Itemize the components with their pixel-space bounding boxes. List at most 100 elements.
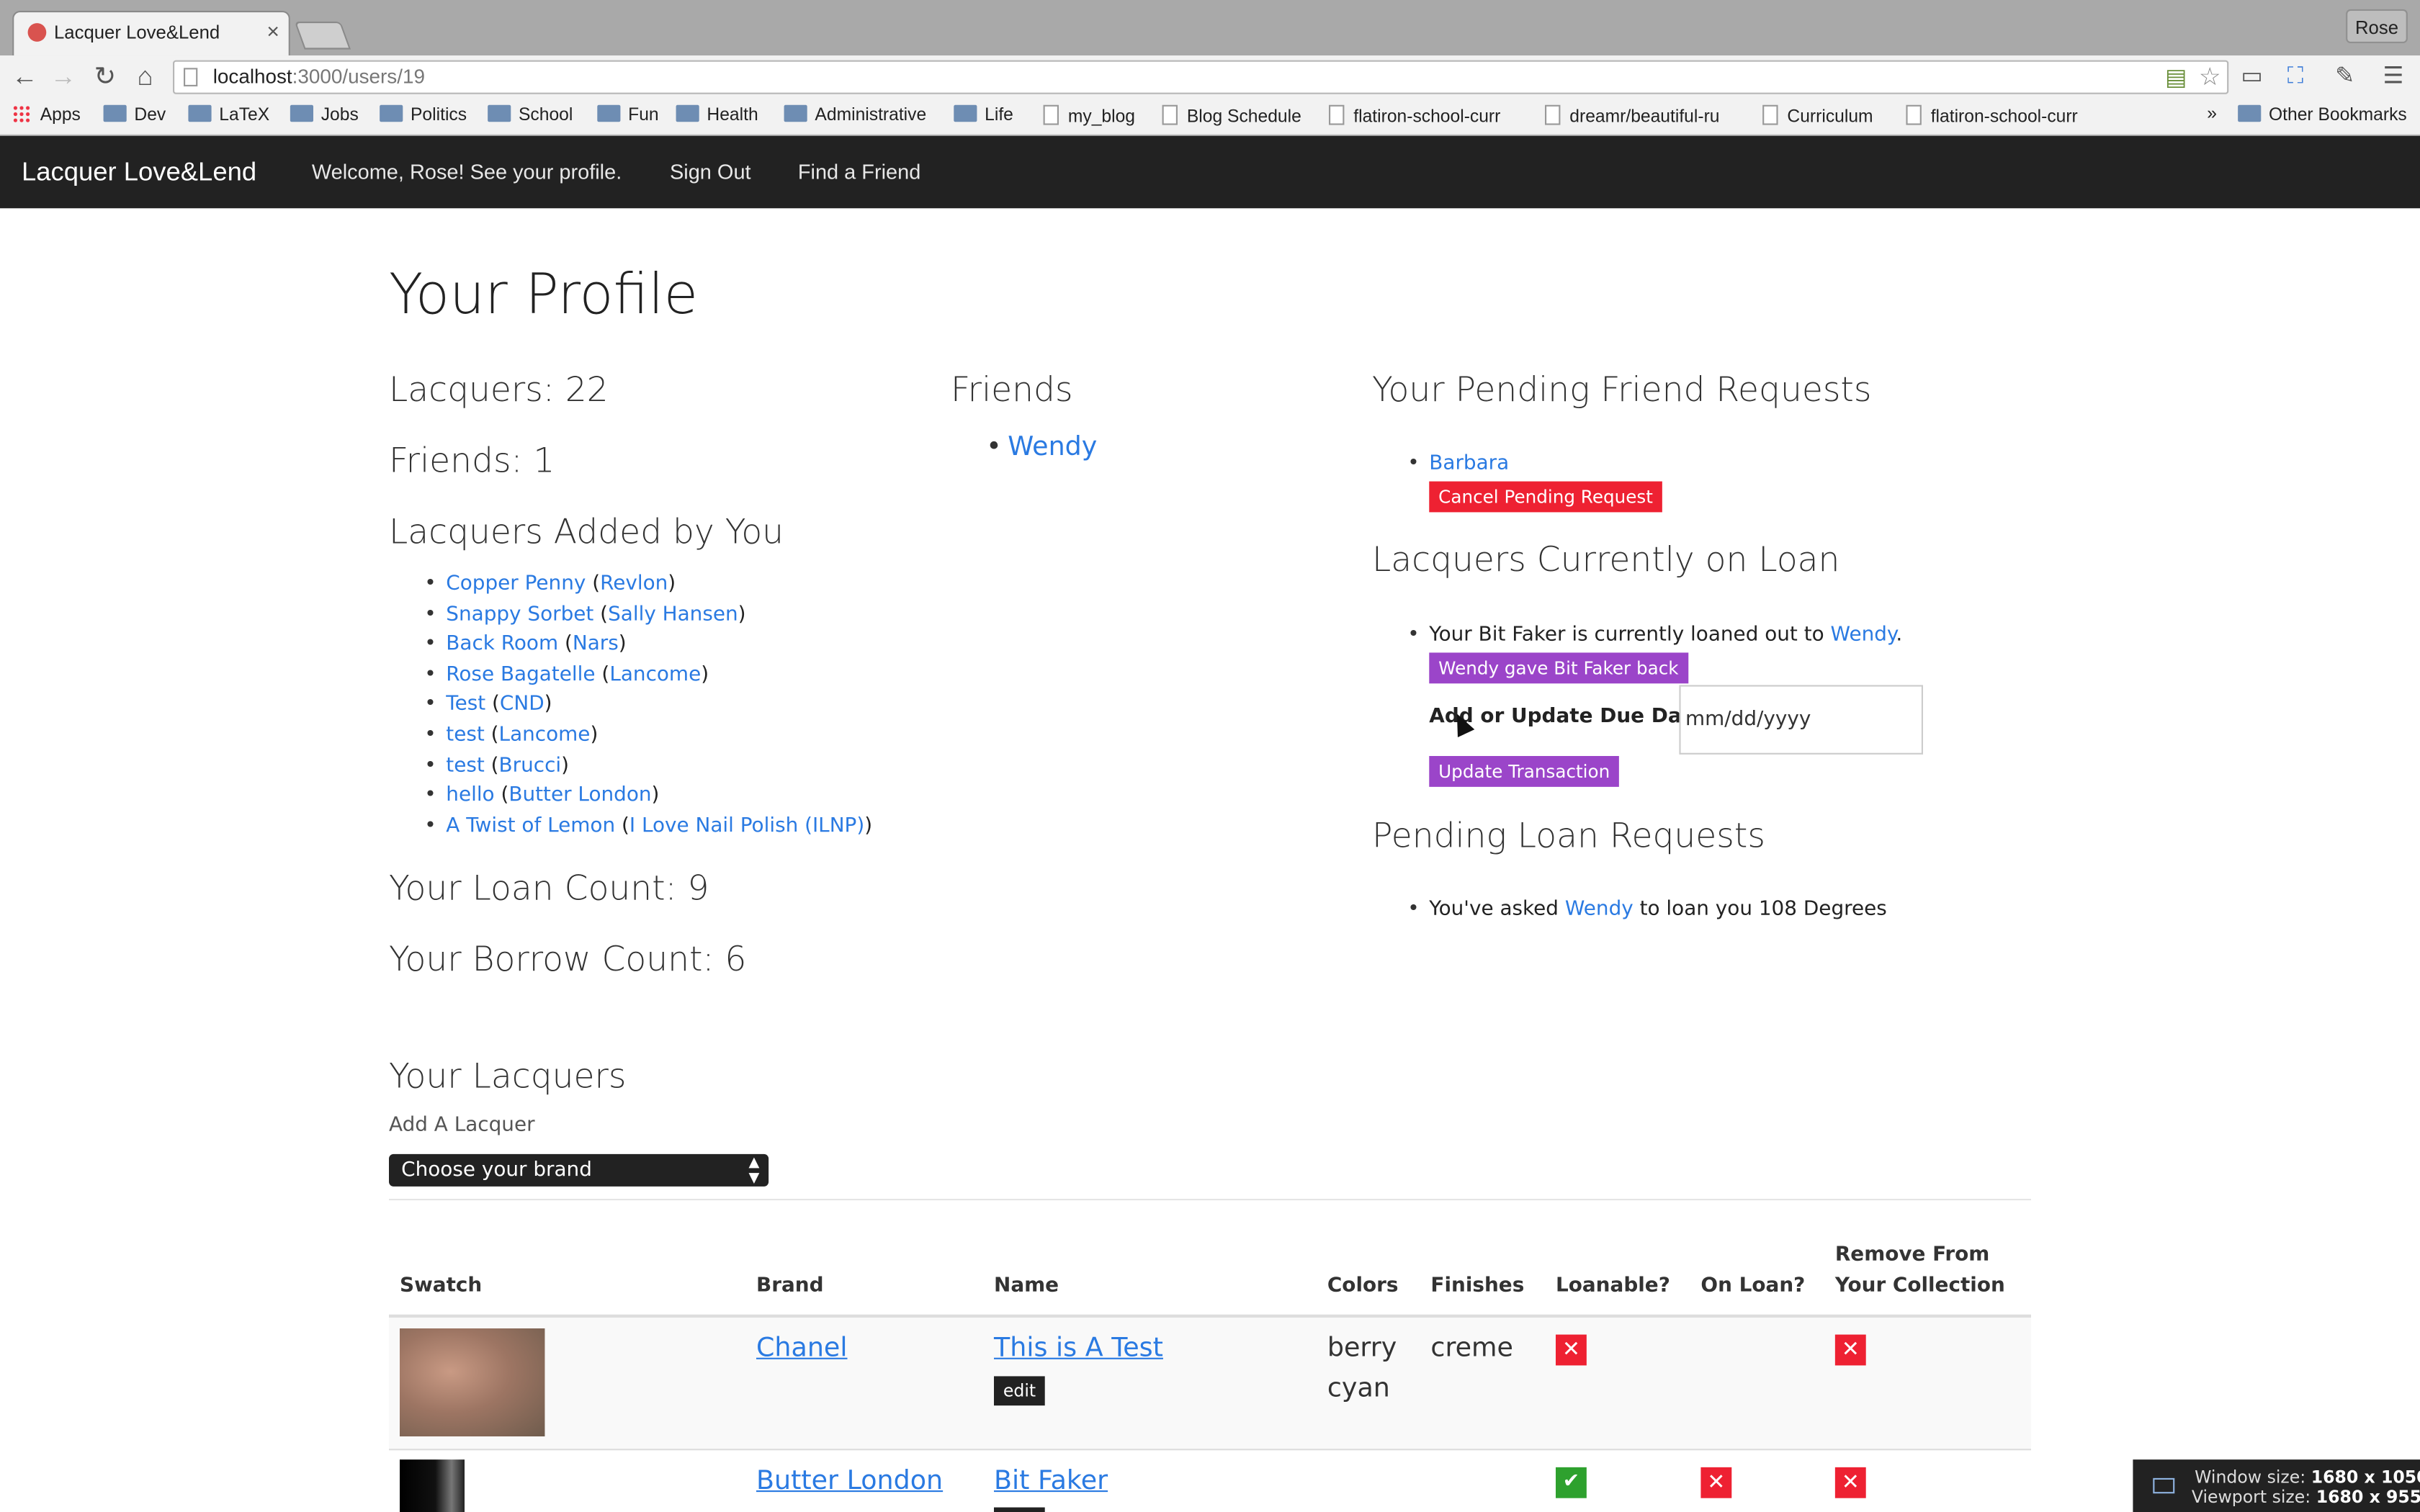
friends-list: Wendy — [986, 431, 1097, 464]
bookmark-flatiron-school-curr[interactable]: flatiron-school-curr — [1906, 104, 2078, 127]
list-item: test (Brucci) — [424, 751, 872, 781]
bookmark-latex[interactable]: LaTeX — [188, 104, 269, 125]
update-transaction-button[interactable]: Update Transaction — [1429, 756, 1620, 787]
bookmark-blog-schedule[interactable]: Blog Schedule — [1162, 104, 1301, 127]
profile-welcome-link[interactable]: Welcome, Rose! See your profile. — [312, 161, 622, 184]
window-resizer-icon[interactable]: ⛶ — [2287, 62, 2304, 93]
brand-link[interactable]: Sally Hansen — [608, 603, 738, 626]
brand-link[interactable]: Lancome — [499, 724, 591, 747]
browser-tab-strip: Lacquer Love&Lend × Rose — [0, 0, 2420, 56]
bookmark-dev[interactable]: Dev — [103, 104, 166, 125]
colors-cell: berry cyan — [1327, 1333, 1397, 1404]
folder-icon — [290, 104, 313, 122]
lacquer-link[interactable]: Back Room — [446, 633, 558, 656]
brand-link[interactable]: Nars — [573, 633, 619, 656]
remove-button[interactable]: ✕ — [1834, 1334, 1866, 1366]
loan-requests-heading: Pending Loan Requests — [1372, 817, 1765, 857]
bookmark-fun[interactable]: Fun — [597, 104, 659, 125]
not-loanable-icon[interactable]: ✕ — [1556, 1334, 1587, 1366]
your-lacquers-heading: Your Lacquers — [389, 1058, 627, 1097]
brand-link[interactable]: Lacquer Love&Lend — [22, 158, 256, 189]
brand-link[interactable]: Butter London — [756, 1466, 943, 1497]
finishes-cell: creme — [1430, 1333, 1513, 1364]
brand-link[interactable]: Chanel — [756, 1333, 847, 1364]
borrower-link[interactable]: Wendy — [1831, 624, 1896, 647]
brand-link[interactable]: CND — [500, 693, 544, 716]
folder-icon — [188, 104, 212, 122]
page-icon — [1762, 104, 1778, 125]
menu-icon[interactable]: ☰ — [2383, 62, 2404, 93]
close-tab-icon[interactable]: × — [266, 19, 279, 43]
pending-requests-heading: Your Pending Friend Requests — [1372, 372, 1872, 410]
new-tab-button[interactable] — [294, 22, 351, 50]
lacquer-link[interactable]: hello — [446, 784, 494, 807]
eyedropper-icon[interactable]: ✎ — [2335, 62, 2354, 93]
name-cell: Bit Faker — [994, 1461, 1108, 1501]
bookmark-flatiron-school-curr[interactable]: flatiron-school-curr — [1329, 104, 1500, 127]
home-icon[interactable]: ⌂ — [130, 62, 161, 93]
column-header-swatch: Swatch — [400, 1274, 483, 1298]
lender-link[interactable]: Wendy — [1565, 898, 1634, 921]
lacquer-link[interactable]: Snappy Sorbet — [446, 603, 593, 626]
reload-icon[interactable]: ↻ — [89, 62, 120, 93]
list-item: A Twist of Lemon (I Love Nail Polish (IL… — [424, 811, 872, 842]
folder-icon — [784, 104, 807, 122]
cast-icon[interactable]: ▭ — [2241, 62, 2262, 93]
bookmark-school[interactable]: School — [488, 104, 573, 125]
bookmark-my-blog[interactable]: my_blog — [1043, 104, 1135, 127]
lacquer-link[interactable]: A Twist of Lemon — [446, 814, 615, 837]
bookmarks-overflow-icon[interactable]: » — [2207, 105, 2217, 124]
back-icon[interactable]: ← — [9, 62, 40, 93]
window-size-text: Window size: 1680 x 1050 — [2195, 1467, 2420, 1488]
bookmark-jobs[interactable]: Jobs — [290, 104, 359, 125]
swatch-image — [400, 1328, 545, 1436]
lacquer-name-link[interactable]: This is A Test — [994, 1333, 1163, 1364]
lacquer-link[interactable]: Copper Penny — [446, 572, 586, 595]
brand-link[interactable]: Revlon — [600, 572, 668, 595]
brand-link[interactable]: I Love Nail Polish (ILNP) — [629, 814, 864, 837]
due-date-input[interactable]: mm/dd/yyyy — [1679, 685, 1923, 755]
brand-link[interactable]: Lancome — [609, 663, 701, 686]
bookmark-other-bookmarks[interactable]: Other Bookmarks — [2238, 104, 2407, 125]
address-bar[interactable]: localhost:3000/users/19 ▤ ☆ — [173, 60, 2229, 94]
gave-back-button[interactable]: Wendy gave Bit Faker back — [1429, 652, 1688, 684]
swatch-image — [400, 1459, 465, 1512]
bookmark-apps[interactable]: Apps — [12, 104, 81, 125]
bookmark-star-icon[interactable]: ☆ — [2199, 62, 2221, 93]
column-header-name: Name — [994, 1274, 1059, 1298]
on-loan-icon[interactable]: ✕ — [1700, 1467, 1732, 1498]
pending-friend-link[interactable]: Barbara — [1429, 452, 1509, 475]
folder-icon — [954, 104, 977, 122]
lacquer-link[interactable]: Rose Bagatelle — [446, 663, 595, 686]
brand-select[interactable]: Choose your brand ▲ ▼ — [389, 1153, 769, 1187]
window-icon — [2153, 1477, 2175, 1494]
edit-button[interactable]: edit — [994, 1507, 1045, 1512]
lacquer-link[interactable]: test — [446, 724, 485, 747]
bookmark-health[interactable]: Health — [676, 104, 758, 125]
bookmark-life[interactable]: Life — [954, 104, 1013, 125]
bookmark-administrative[interactable]: Administrative — [784, 104, 926, 125]
profile-user-button[interactable]: Rose — [2346, 9, 2408, 43]
sign-out-link[interactable]: Sign Out — [670, 161, 751, 184]
friend-link[interactable]: Wendy — [1008, 432, 1097, 463]
column-header-loanable: Loanable? — [1556, 1274, 1670, 1298]
list-item: hello (Butter London) — [424, 781, 872, 811]
remove-button[interactable]: ✕ — [1834, 1467, 1866, 1498]
lacquer-link[interactable]: Test — [446, 693, 485, 716]
brand-link[interactable]: Brucci — [499, 754, 562, 777]
edit-button[interactable]: edit — [994, 1376, 1045, 1406]
loanable-check-icon[interactable]: ✔ — [1556, 1467, 1587, 1498]
find-friend-link[interactable]: Find a Friend — [798, 161, 920, 184]
bookmark-curriculum[interactable]: Curriculum — [1762, 104, 1873, 127]
cancel-pending-request-button[interactable]: Cancel Pending Request — [1429, 481, 1662, 513]
bookmark-dreamr-beautiful-ru[interactable]: dreamr/beautiful-ru — [1545, 104, 1719, 127]
brand-link[interactable]: Butter London — [508, 784, 651, 807]
on-loan-heading: Lacquers Currently on Loan — [1372, 541, 1840, 580]
bookmark-politics[interactable]: Politics — [380, 104, 467, 125]
lacquer-link[interactable]: test — [446, 754, 485, 777]
browser-toolbar: ← → ↻ ⌂ localhost:3000/users/19 ▤ ☆ ▭ ⛶ … — [0, 55, 2420, 99]
extension-icon[interactable]: ▤ — [2165, 63, 2187, 91]
lacquer-name-link[interactable]: Bit Faker — [994, 1466, 1108, 1497]
forward-icon[interactable]: → — [48, 62, 79, 93]
browser-tab[interactable]: Lacquer Love&Lend × — [12, 11, 290, 56]
